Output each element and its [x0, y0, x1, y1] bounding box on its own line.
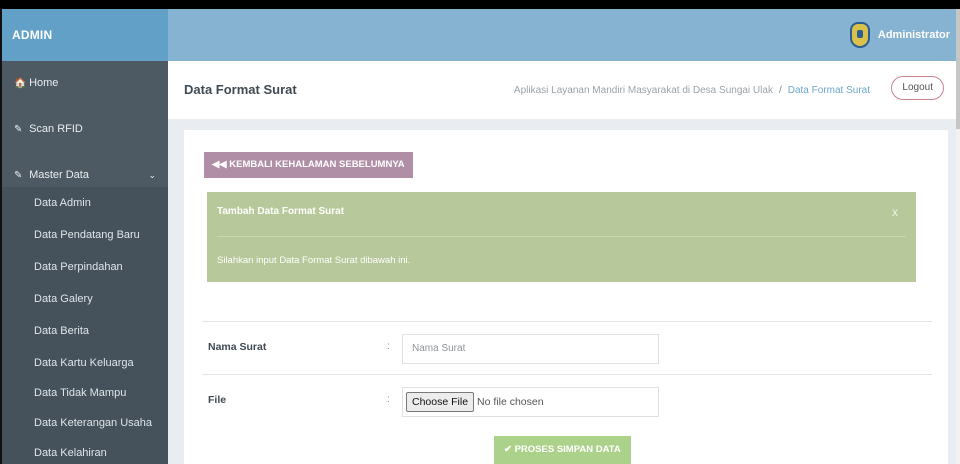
nama-surat-input[interactable]: Nama Surat [402, 334, 659, 364]
app-window: ADMIN Administrator 🏠 Home ✎ Scan RFID ✎… [0, 9, 960, 464]
form-divider [202, 321, 932, 322]
brand-logo[interactable]: ADMIN [2, 9, 168, 61]
sidebar-item-data-keterangan-usaha[interactable]: Data Keterangan Usaha [2, 407, 168, 439]
breadcrumb-current[interactable]: Data Format Surat [788, 85, 870, 96]
save-button[interactable]: ✔ PROSES SIMPAN DATA [494, 436, 631, 464]
regency-emblem-icon [849, 22, 870, 48]
field-colon: : [387, 394, 390, 405]
sidebar-item-label: Home [29, 77, 59, 89]
sidebar-item-scan-rfid[interactable]: ✎ Scan RFID [2, 113, 168, 145]
page-title: Data Format Surat [184, 82, 297, 97]
sidebar-item-label: Scan RFID [29, 123, 83, 135]
sidebar-item-data-kelahiran[interactable]: Data Kelahiran [2, 437, 168, 464]
file-label: File [208, 394, 227, 406]
alert-title: Tambah Data Format Surat [217, 206, 345, 217]
breadcrumb-root-link[interactable]: Aplikasi Layanan Mandiri Masyarakat di D… [514, 85, 773, 96]
sidebar-item-home[interactable]: 🏠 Home [2, 67, 168, 99]
scrollbar-thumb[interactable] [956, 9, 960, 129]
sidebar-item-data-admin[interactable]: Data Admin [2, 187, 168, 219]
logout-button[interactable]: Logout [891, 76, 944, 100]
sidebar-item-label: Master Data [29, 169, 89, 181]
breadcrumb-separator: / [778, 85, 782, 96]
edit-icon: ✎ [14, 124, 23, 135]
file-input[interactable]: Choose File No file chosen [402, 387, 659, 417]
page-header: Data Format Surat Aplikasi Layanan Mandi… [168, 61, 960, 119]
field-colon: : [387, 341, 390, 352]
top-bar: ADMIN Administrator [2, 9, 960, 61]
back-button[interactable]: ◀◀ KEMBALI KEHALAMAN SEBELUMNYA [204, 152, 413, 178]
sidebar-item-data-pendatang-baru[interactable]: Data Pendatang Baru [2, 219, 168, 251]
form-divider [202, 374, 932, 375]
home-icon: 🏠 [14, 78, 27, 89]
form-panel: ◀◀ KEMBALI KEHALAMAN SEBELUMNYA Tambah D… [184, 130, 948, 464]
sidebar-item-data-galery[interactable]: Data Galery [2, 283, 168, 315]
sidebar: 🏠 Home ✎ Scan RFID ✎ Master Data ⌄ Data … [2, 61, 168, 464]
file-status-text: No file chosen [477, 396, 544, 408]
user-name[interactable]: Administrator [878, 29, 950, 41]
choose-file-button[interactable]: Choose File [406, 392, 475, 412]
user-menu[interactable]: Administrator [849, 9, 950, 61]
close-icon[interactable]: x [892, 205, 898, 219]
sidebar-item-data-perpindahan[interactable]: Data Perpindahan [2, 251, 168, 283]
sidebar-item-data-kartu-keluarga[interactable]: Data Kartu Keluarga [2, 347, 168, 379]
alert-message: Silahkan input Data Format Surat dibawah… [217, 255, 411, 266]
page-scrollbar[interactable] [956, 9, 960, 464]
sidebar-item-data-tidak-mampu[interactable]: Data Tidak Mampu [2, 377, 168, 409]
sidebar-item-data-berita[interactable]: Data Berita [2, 315, 168, 347]
nama-surat-label: Nama Surat [208, 341, 267, 353]
info-alert: Tambah Data Format Surat x Silahkan inpu… [207, 192, 916, 282]
breadcrumb: Aplikasi Layanan Mandiri Masyarakat di D… [514, 85, 870, 96]
alert-divider [217, 236, 906, 237]
